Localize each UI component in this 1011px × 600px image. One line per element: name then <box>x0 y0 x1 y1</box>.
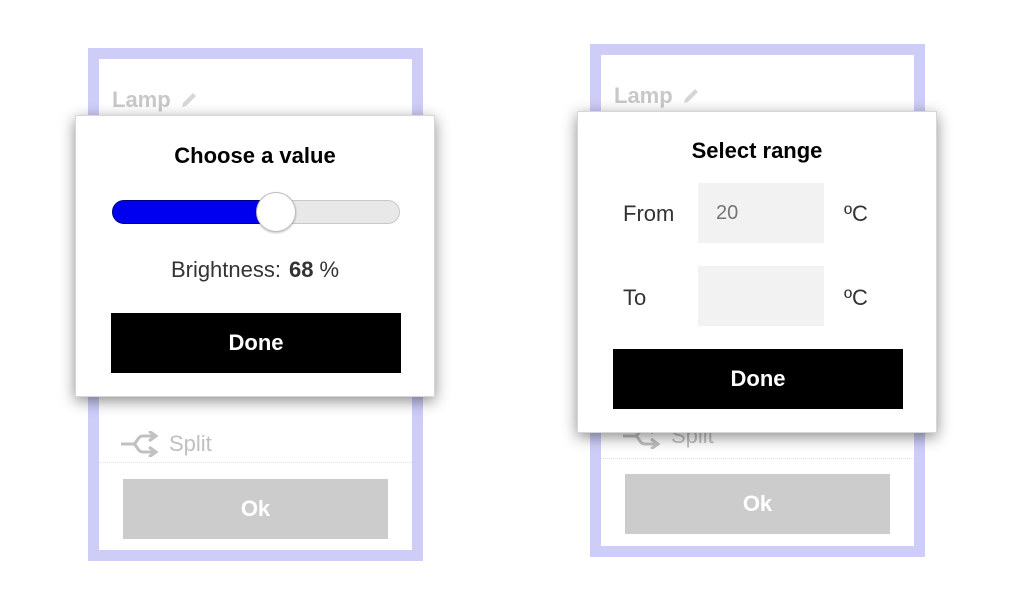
done-button[interactable]: Done <box>613 349 903 409</box>
divider <box>601 458 914 459</box>
split-label: Split <box>169 431 212 456</box>
to-unit: ºC <box>844 285 868 310</box>
from-unit: ºC <box>844 201 868 226</box>
ok-button[interactable]: Ok <box>123 479 388 539</box>
brightness-readout: Brightness: 68% <box>76 257 434 283</box>
brightness-value: 68 <box>289 257 314 282</box>
pencil-icon[interactable] <box>681 86 701 106</box>
pencil-icon[interactable] <box>179 90 199 110</box>
panel-title: Lamp <box>112 87 199 113</box>
panel-title: Lamp <box>614 83 701 109</box>
divider <box>99 462 412 463</box>
brightness-label: Brightness: <box>170 257 281 282</box>
panel-title-text: Lamp <box>112 87 171 112</box>
dialog-title: Select range <box>691 138 823 163</box>
done-button[interactable]: Done <box>111 313 401 373</box>
to-label: To <box>623 285 647 310</box>
to-input[interactable] <box>698 266 824 326</box>
from-label: From <box>623 201 675 226</box>
dialog-title: Choose a value <box>174 143 336 168</box>
ok-button[interactable]: Ok <box>625 474 890 534</box>
brightness-unit: % <box>319 257 340 282</box>
slider-fill <box>112 200 277 224</box>
split-row[interactable]: Split <box>121 431 212 457</box>
slider-thumb[interactable] <box>256 192 297 232</box>
split-arrows-icon <box>121 431 159 457</box>
select-range-dialog: Select range From ºC To ºC Done <box>577 111 937 433</box>
brightness-slider[interactable] <box>112 192 400 232</box>
panel-title-text: Lamp <box>614 83 673 108</box>
from-input[interactable] <box>698 183 824 243</box>
choose-value-dialog: Choose a value Brightness: 68% Done <box>75 115 435 397</box>
